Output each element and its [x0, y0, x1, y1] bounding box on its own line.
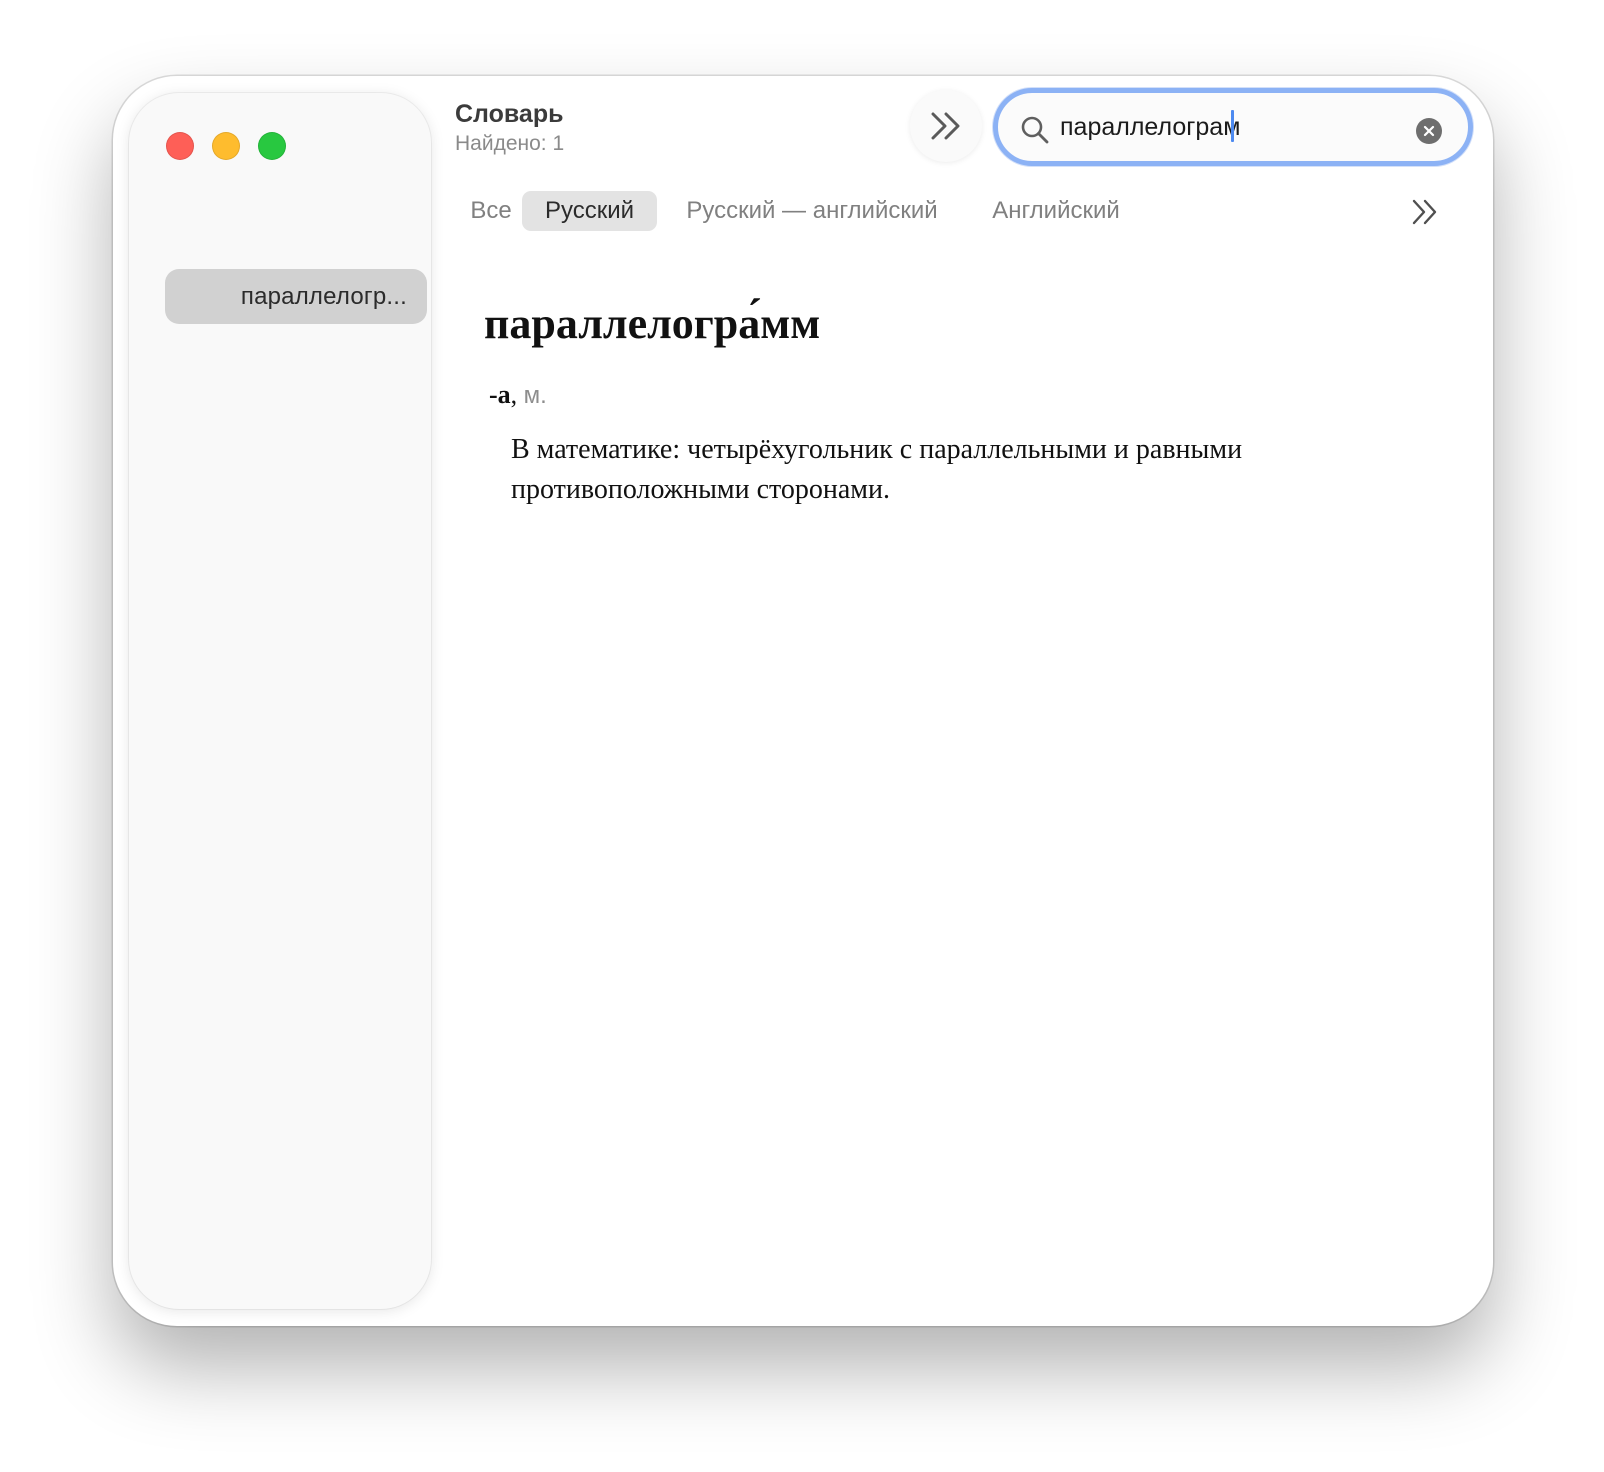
close-window-button[interactable]	[166, 132, 194, 160]
magnifying-glass-icon	[1021, 116, 1049, 144]
entry-grammar: -а, м.	[489, 380, 547, 410]
clear-search-icon[interactable]	[1416, 118, 1442, 144]
maximize-window-button[interactable]	[258, 132, 286, 160]
entry-headword: параллелогра́мм	[484, 299, 821, 348]
text-cursor	[1231, 110, 1234, 142]
tab-russian-english[interactable]: Русский — английский	[674, 191, 950, 231]
sidebar-result-item[interactable]: параллелогр...	[165, 269, 427, 324]
window-title: Словарь	[455, 100, 564, 128]
double-chevron-right-icon	[931, 112, 960, 140]
entry-part-of-speech: м.	[523, 382, 547, 409]
x-mark-icon	[1423, 125, 1435, 137]
search-input[interactable]	[1060, 106, 1390, 148]
entry-inflection: -а	[489, 380, 511, 409]
dictionary-window: параллелогр... Словарь Найдено: 1 Все Ру…	[113, 76, 1493, 1326]
entry-separator: ,	[510, 380, 518, 409]
tab-russian[interactable]: Русский	[522, 191, 657, 231]
results-count: Найдено: 1	[455, 132, 565, 155]
tab-all[interactable]: Все	[456, 191, 526, 231]
sidebar-result-label: параллелогр...	[240, 282, 407, 310]
minimize-window-button[interactable]	[212, 132, 240, 160]
entry-definition: В математике: четырёхугольник с параллел…	[511, 434, 1243, 505]
sidebar: параллелогр...	[129, 93, 431, 1309]
toolbar-more-button[interactable]	[910, 90, 982, 162]
tabs-overflow-icon[interactable]	[1410, 198, 1440, 226]
tab-english[interactable]: Английский	[978, 191, 1134, 231]
